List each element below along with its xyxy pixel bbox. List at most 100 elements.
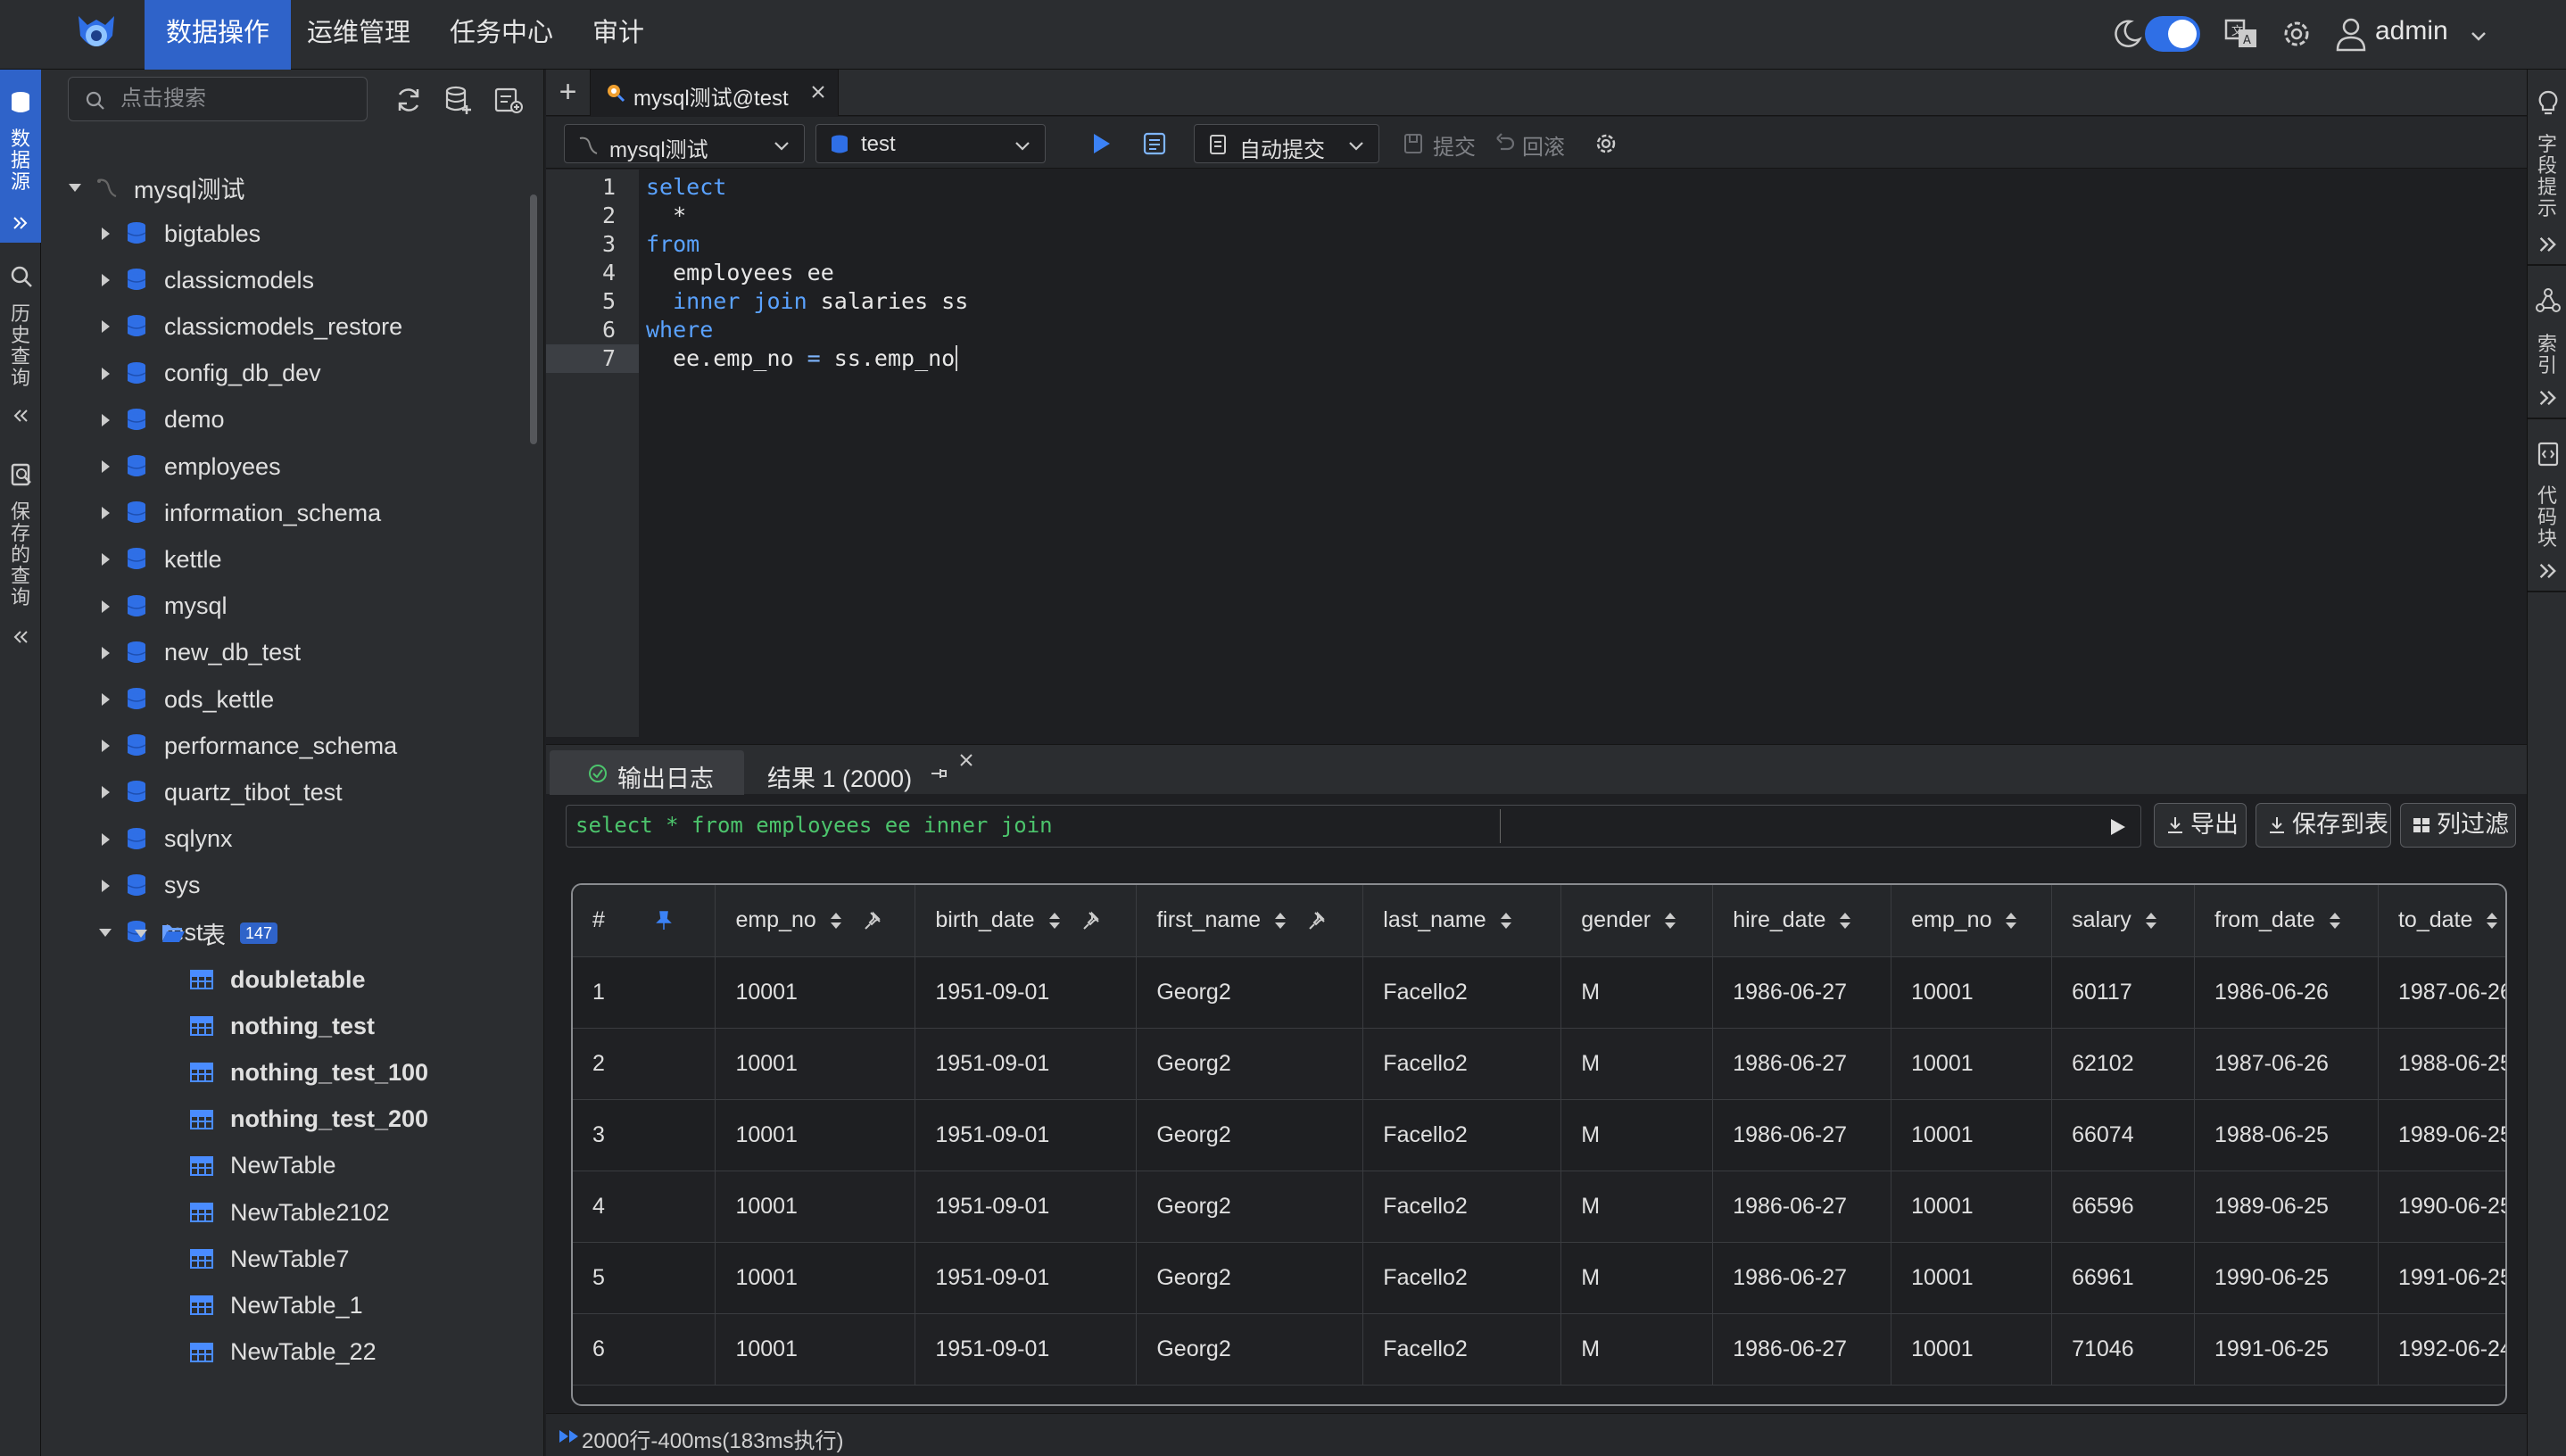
table-cell[interactable]: Facello2 bbox=[1362, 1099, 1562, 1171]
rail-history[interactable]: 历史查询 bbox=[0, 257, 41, 441]
search-input[interactable] bbox=[120, 85, 352, 113]
tree-tables-folder[interactable]: 表 147 bbox=[130, 910, 278, 956]
tab-output-log[interactable]: 输出日志 bbox=[550, 750, 744, 795]
sql-editor[interactable]: 1 2 3 4 5 67 select * from employees ee inner … bbox=[546, 170, 2527, 737]
database-select[interactable]: test bbox=[815, 124, 1046, 163]
caret-right-icon[interactable] bbox=[95, 456, 116, 477]
column-header[interactable]: from_date bbox=[2194, 885, 2379, 957]
table-cell[interactable]: Facello2 bbox=[1362, 1242, 1562, 1314]
explain-icon[interactable] bbox=[1142, 131, 1167, 156]
table-cell[interactable]: 10001 bbox=[715, 1171, 916, 1243]
table-cell[interactable]: 1951-09-01 bbox=[915, 956, 1138, 1029]
table-cell[interactable]: 1988-06-25 bbox=[2378, 1028, 2505, 1100]
caret-right-icon[interactable] bbox=[95, 363, 116, 385]
double-chevron-left-icon[interactable] bbox=[12, 628, 29, 646]
tree-database[interactable]: employees bbox=[95, 443, 281, 490]
table-cell[interactable]: 71046 bbox=[2051, 1313, 2196, 1386]
caret-right-icon[interactable] bbox=[95, 269, 116, 291]
chevron-down-icon[interactable] bbox=[2468, 25, 2489, 46]
caret-down-icon[interactable] bbox=[95, 922, 116, 943]
tree-table[interactable]: NewTable_22 bbox=[189, 1329, 377, 1376]
caret-right-icon[interactable] bbox=[95, 549, 116, 570]
sort-icon[interactable] bbox=[1499, 911, 1513, 931]
rail-saved-queries[interactable]: 保存的查询 bbox=[0, 455, 41, 660]
close-icon[interactable] bbox=[956, 750, 976, 770]
table-cell[interactable]: 1987-06-26 bbox=[2378, 956, 2505, 1029]
right-rail-code-blocks[interactable]: 代码块 bbox=[2537, 485, 2558, 550]
pin-icon[interactable] bbox=[653, 910, 675, 931]
table-cell[interactable]: Georg2 bbox=[1136, 956, 1364, 1029]
new-query-icon[interactable] bbox=[493, 84, 525, 116]
table-cell[interactable]: Georg2 bbox=[1136, 1028, 1364, 1100]
nav-task-center[interactable]: 任务中心 bbox=[428, 0, 575, 70]
tree-table[interactable]: NewTable_1 bbox=[189, 1282, 363, 1328]
table-cell[interactable]: 10001 bbox=[715, 1099, 916, 1171]
double-chevron-right-icon[interactable] bbox=[12, 214, 29, 232]
tree-database[interactable]: classicmodels_restore bbox=[95, 303, 402, 350]
close-icon[interactable] bbox=[808, 82, 828, 102]
rollback-button[interactable]: 回滚 bbox=[1522, 129, 1565, 161]
rail-datasource[interactable]: 数据源 bbox=[0, 70, 41, 243]
table-cell[interactable]: 1989-06-25 bbox=[2378, 1099, 2505, 1171]
tree-database[interactable]: sqlynx bbox=[95, 816, 233, 863]
table-cell[interactable]: Facello2 bbox=[1362, 956, 1562, 1029]
tree-database[interactable]: mysql bbox=[95, 583, 228, 630]
table-cell[interactable]: 10001 bbox=[715, 956, 916, 1029]
table-cell[interactable]: 1991-06-25 bbox=[2194, 1313, 2379, 1386]
right-rail-field-hints[interactable]: 字段提示 bbox=[2537, 134, 2558, 219]
column-header[interactable]: emp_no bbox=[715, 885, 916, 957]
caret-right-icon[interactable] bbox=[95, 642, 116, 664]
table-cell[interactable]: Facello2 bbox=[1362, 1313, 1562, 1386]
column-header[interactable]: salary bbox=[2051, 885, 2196, 957]
table-row[interactable]: 4 10001 1951-09-01 Georg2 Facello2 M 1986-06-2… bbox=[573, 1171, 2505, 1243]
table-cell[interactable]: 5 bbox=[573, 1242, 716, 1314]
sort-icon[interactable] bbox=[829, 911, 843, 931]
row-number-header[interactable]: # bbox=[573, 885, 716, 957]
tree-table[interactable]: nothing_test_100 bbox=[189, 1049, 428, 1096]
double-chevron-right-icon[interactable] bbox=[2537, 234, 2559, 255]
caret-right-icon[interactable] bbox=[95, 782, 116, 803]
table-cell[interactable]: 1 bbox=[573, 956, 716, 1029]
caret-right-icon[interactable] bbox=[95, 596, 116, 617]
column-header[interactable]: hire_date bbox=[1712, 885, 1892, 957]
table-cell[interactable]: M bbox=[1560, 1099, 1714, 1171]
dark-mode-toggle[interactable] bbox=[2145, 16, 2200, 52]
table-cell[interactable]: 10001 bbox=[1891, 1099, 2053, 1171]
table-cell[interactable]: 1990-06-25 bbox=[2194, 1242, 2379, 1314]
table-cell[interactable]: Georg2 bbox=[1136, 1171, 1364, 1243]
table-cell[interactable]: 1951-09-01 bbox=[915, 1028, 1138, 1100]
tree-table[interactable]: NewTable bbox=[189, 1143, 336, 1189]
caret-right-icon[interactable] bbox=[95, 502, 116, 524]
table-cell[interactable]: 10001 bbox=[1891, 956, 2053, 1029]
sort-icon[interactable] bbox=[1663, 911, 1677, 931]
caret-right-icon[interactable] bbox=[95, 223, 116, 244]
export-button[interactable]: 导出 bbox=[2154, 803, 2247, 848]
tree-database[interactable]: new_db_test bbox=[95, 630, 301, 676]
column-filter-button[interactable]: 列过滤 bbox=[2400, 803, 2516, 848]
table-cell[interactable]: 62102 bbox=[2051, 1028, 2196, 1100]
caret-right-icon[interactable] bbox=[95, 735, 116, 757]
nav-data-operations[interactable]: 数据操作 bbox=[145, 0, 292, 70]
refresh-icon[interactable] bbox=[393, 84, 425, 116]
tree-database[interactable]: sys bbox=[95, 863, 201, 909]
caret-down-icon[interactable] bbox=[64, 177, 86, 198]
translate-icon[interactable]: 文 A bbox=[2223, 16, 2259, 52]
sort-icon[interactable] bbox=[2144, 911, 2158, 931]
table-cell[interactable]: 1986-06-27 bbox=[1712, 1171, 1892, 1243]
table-cell[interactable]: 1986-06-27 bbox=[1712, 1099, 1892, 1171]
caret-right-icon[interactable] bbox=[95, 829, 116, 850]
table-cell[interactable]: 10001 bbox=[1891, 1313, 2053, 1386]
double-chevron-right-icon[interactable] bbox=[2537, 387, 2559, 409]
table-cell[interactable]: 1951-09-01 bbox=[915, 1171, 1138, 1243]
table-row[interactable]: 6 10001 1951-09-01 Georg2 Facello2 M 1986-06-2… bbox=[573, 1313, 2505, 1386]
table-cell[interactable]: 1986-06-27 bbox=[1712, 1242, 1892, 1314]
table-row[interactable]: 2 10001 1951-09-01 Georg2 Facello2 M 1986-06-2… bbox=[573, 1028, 2505, 1100]
table-cell[interactable]: 1987-06-26 bbox=[2194, 1028, 2379, 1100]
tree-database[interactable]: demo bbox=[95, 397, 225, 443]
table-cell[interactable]: M bbox=[1560, 1028, 1714, 1100]
save-to-table-button[interactable]: 保存到表 bbox=[2256, 803, 2391, 848]
tree-connection[interactable]: mysql测试 bbox=[64, 164, 245, 211]
table-cell[interactable]: M bbox=[1560, 1171, 1714, 1243]
play-icon[interactable] bbox=[2107, 816, 2128, 838]
pin-icon[interactable] bbox=[1307, 910, 1329, 931]
